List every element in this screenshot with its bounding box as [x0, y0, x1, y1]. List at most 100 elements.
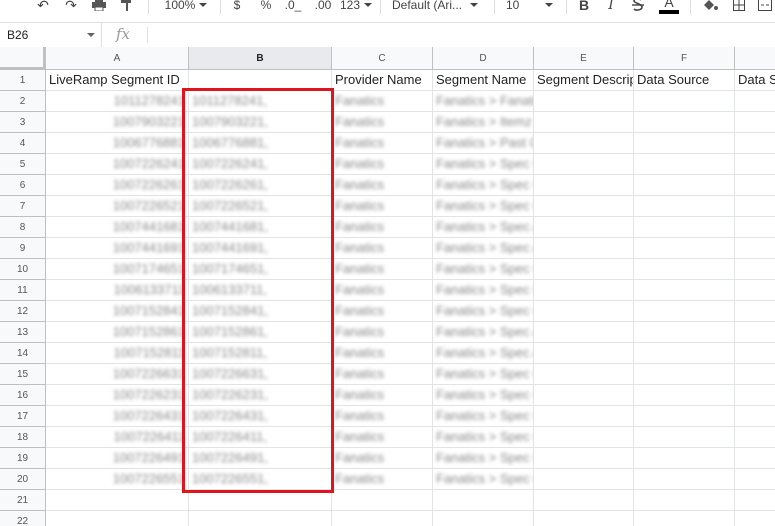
header-cell-e[interactable]: Segment Description	[534, 70, 634, 91]
row-header-2[interactable]: 2	[0, 91, 46, 112]
cell-a-19[interactable]: 1007226491	[46, 448, 189, 469]
cell-a-14[interactable]: 1007152811	[46, 343, 189, 364]
cell-f-13[interactable]	[634, 322, 735, 343]
row-header-18[interactable]: 18	[0, 427, 46, 448]
cell-c-8[interactable]: Fanatics	[332, 217, 433, 238]
cell-a-12[interactable]: 1007152841	[46, 301, 189, 322]
header-cell-b[interactable]	[189, 70, 332, 91]
cell-e-9[interactable]	[534, 238, 634, 259]
cell-b-8[interactable]: 1007441681,	[189, 217, 332, 238]
zoom-select[interactable]: 100%	[160, 0, 212, 14]
cell-a-16[interactable]: 1007226231	[46, 385, 189, 406]
cell-d-4[interactable]: Fanatics > Past Consumers who have purch…	[433, 133, 534, 154]
cell-e-8[interactable]	[534, 217, 634, 238]
cell-a-18[interactable]: 1007226411	[46, 427, 189, 448]
currency-button[interactable]: $	[230, 0, 244, 14]
cell-b-12[interactable]: 1007152841,	[189, 301, 332, 322]
header-cell-d[interactable]: Segment Name	[433, 70, 534, 91]
text-color-button[interactable]: A	[658, 0, 680, 14]
cell-f-19[interactable]	[634, 448, 735, 469]
cell-b-10[interactable]: 1007174651,	[189, 259, 332, 280]
cell-c-19[interactable]: Fanatics	[332, 448, 433, 469]
cell-d-11[interactable]: Fanatics > Spec Consumers who have purch…	[433, 280, 534, 301]
cell-b-5[interactable]: 1007226241,	[189, 154, 332, 175]
cell-g-12[interactable]	[735, 301, 775, 322]
cell-f-15[interactable]	[634, 364, 735, 385]
cell-d-21[interactable]	[433, 490, 534, 511]
cell-f-3[interactable]	[634, 112, 735, 133]
cell-b-6[interactable]: 1007226261,	[189, 175, 332, 196]
cell-g-7[interactable]	[735, 196, 775, 217]
row-header-9[interactable]: 9	[0, 238, 46, 259]
cell-b-20[interactable]: 1007226551,	[189, 469, 332, 490]
cell-f-9[interactable]	[634, 238, 735, 259]
cell-e-4[interactable]	[534, 133, 634, 154]
paint-format-icon[interactable]	[118, 0, 136, 14]
cell-f-12[interactable]	[634, 301, 735, 322]
cell-c-21[interactable]	[332, 490, 433, 511]
cell-g-11[interactable]	[735, 280, 775, 301]
column-header-a[interactable]: A	[46, 47, 189, 70]
row-header-17[interactable]: 17	[0, 406, 46, 427]
fill-color-icon[interactable]	[700, 0, 722, 14]
cell-a-8[interactable]: 1007441681	[46, 217, 189, 238]
row-header-5[interactable]: 5	[0, 154, 46, 175]
row-header-14[interactable]: 14	[0, 343, 46, 364]
row-header-7[interactable]: 7	[0, 196, 46, 217]
cell-g-17[interactable]	[735, 406, 775, 427]
cell-e-10[interactable]	[534, 259, 634, 280]
cell-g-5[interactable]	[735, 154, 775, 175]
cell-d-19[interactable]: Fanatics > Spec Consumers who have purch…	[433, 448, 534, 469]
cell-e-18[interactable]	[534, 427, 634, 448]
cell-e-11[interactable]	[534, 280, 634, 301]
cell-g-2[interactable]	[735, 91, 775, 112]
cell-d-12[interactable]: Fanatics > Spec Consumers who have purch…	[433, 301, 534, 322]
cell-d-14[interactable]: Fanatics > Spec A segment that contains …	[433, 343, 534, 364]
cell-b-21[interactable]	[189, 490, 332, 511]
merge-cells-icon[interactable]	[756, 0, 774, 14]
cell-b-3[interactable]: 1007903221,	[189, 112, 332, 133]
row-header-22[interactable]: 22	[0, 511, 46, 526]
print-icon[interactable]	[90, 0, 108, 14]
cell-d-16[interactable]: Fanatics > Spec Consumers who have purch…	[433, 385, 534, 406]
cell-b-19[interactable]: 1007226491,	[189, 448, 332, 469]
row-header-20[interactable]: 20	[0, 469, 46, 490]
cell-b-15[interactable]: 1007226631,	[189, 364, 332, 385]
cell-f-10[interactable]	[634, 259, 735, 280]
cell-f-17[interactable]	[634, 406, 735, 427]
cell-f-20[interactable]	[634, 469, 735, 490]
row-header-19[interactable]: 19	[0, 448, 46, 469]
header-cell-f[interactable]: Data Source	[634, 70, 735, 91]
cell-f-14[interactable]	[634, 343, 735, 364]
column-header-d[interactable]: D	[433, 47, 534, 70]
cell-c-22[interactable]	[332, 511, 433, 526]
italic-button[interactable]: I	[603, 0, 619, 14]
cell-g-19[interactable]	[735, 448, 775, 469]
cell-a-20[interactable]: 1007226551	[46, 469, 189, 490]
cell-c-3[interactable]: Fanatics	[332, 112, 433, 133]
cell-b-7[interactable]: 1007226521,	[189, 196, 332, 217]
cell-d-6[interactable]: Fanatics > Spec Consumers who have purch…	[433, 175, 534, 196]
cell-d-15[interactable]: Fanatics > Spec Consumers who have purch…	[433, 364, 534, 385]
undo-icon[interactable]: ↶	[34, 0, 52, 14]
column-header-e[interactable]: E	[534, 47, 634, 70]
cell-c-7[interactable]: Fanatics	[332, 196, 433, 217]
cell-a-3[interactable]: 1007903221	[46, 112, 189, 133]
cell-a-4[interactable]: 1006776881	[46, 133, 189, 154]
number-format-select[interactable]: 123	[340, 0, 373, 14]
row-header-10[interactable]: 10	[0, 259, 46, 280]
cell-b-9[interactable]: 1007441691,	[189, 238, 332, 259]
row-header-11[interactable]: 11	[0, 280, 46, 301]
cell-c-4[interactable]: Fanatics	[332, 133, 433, 154]
cell-e-7[interactable]	[534, 196, 634, 217]
cell-c-2[interactable]: Fanatics	[332, 91, 433, 112]
cell-d-9[interactable]: Fanatics > Spec A segment that contains …	[433, 238, 534, 259]
cell-a-2[interactable]: 1011278241	[46, 91, 189, 112]
strikethrough-icon[interactable]	[630, 0, 646, 14]
column-header-c[interactable]: C	[332, 47, 433, 70]
row-header-1[interactable]: 1	[0, 70, 46, 91]
cell-f-7[interactable]	[634, 196, 735, 217]
cell-e-13[interactable]	[534, 322, 634, 343]
cell-b-16[interactable]: 1007226231,	[189, 385, 332, 406]
cell-c-10[interactable]: Fanatics	[332, 259, 433, 280]
